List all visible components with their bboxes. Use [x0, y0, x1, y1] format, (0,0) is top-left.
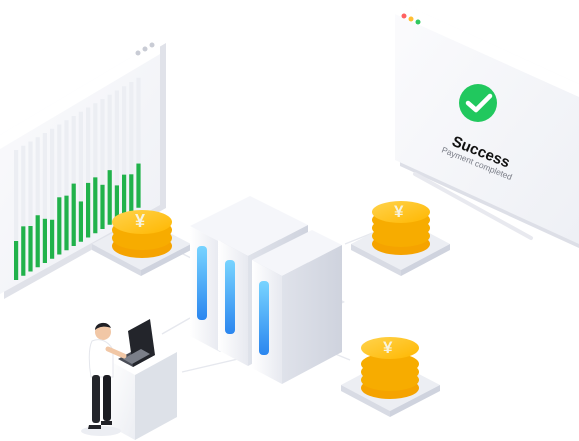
chart-bar	[86, 182, 91, 238]
chart-bar	[93, 177, 98, 234]
chart-bar	[64, 195, 69, 251]
person-pants-left	[92, 375, 100, 423]
yuan-symbol-icon: ¥	[135, 211, 145, 231]
chart-bar	[14, 241, 19, 280]
person-shoe-right	[101, 421, 112, 425]
connector-line	[161, 317, 191, 335]
server-light-icon	[259, 281, 269, 355]
chart-bar	[21, 226, 26, 276]
chart-bar	[71, 183, 76, 246]
chart-bar	[57, 197, 62, 255]
server-light-icon	[197, 246, 207, 320]
chart-bar	[50, 219, 55, 259]
window-dot-green-icon	[415, 19, 421, 25]
chart-bar	[122, 174, 127, 217]
coin-stack-right-bottom: ¥	[341, 337, 440, 417]
coin-stack-right-top: ¥	[351, 201, 450, 276]
chart-bar	[78, 201, 83, 242]
workstation	[108, 319, 177, 440]
server-cluster	[190, 196, 345, 384]
chart-bar	[42, 218, 47, 263]
person-shoe-left	[88, 425, 101, 429]
analytics-window-dot	[149, 42, 155, 48]
chart-bar	[129, 174, 134, 212]
chart-bar	[136, 163, 141, 208]
chart-bar	[35, 215, 40, 268]
yuan-symbol-icon: ¥	[394, 202, 404, 221]
server-light-icon	[225, 260, 235, 334]
isometric-payment-scene: Success Payment completed ¥ ¥ ¥	[0, 0, 579, 440]
window-dot-yellow-icon	[408, 16, 414, 22]
chart-bar	[100, 184, 105, 229]
analytics-window-dot	[142, 46, 148, 52]
check-circle-icon	[459, 84, 497, 122]
chart-bar	[28, 226, 33, 272]
yuan-symbol-icon: ¥	[383, 338, 393, 357]
window-dot-red-icon	[401, 13, 407, 19]
chart-bar	[107, 170, 112, 225]
person-pants-right	[103, 375, 111, 421]
analytics-window-dot	[135, 50, 141, 56]
